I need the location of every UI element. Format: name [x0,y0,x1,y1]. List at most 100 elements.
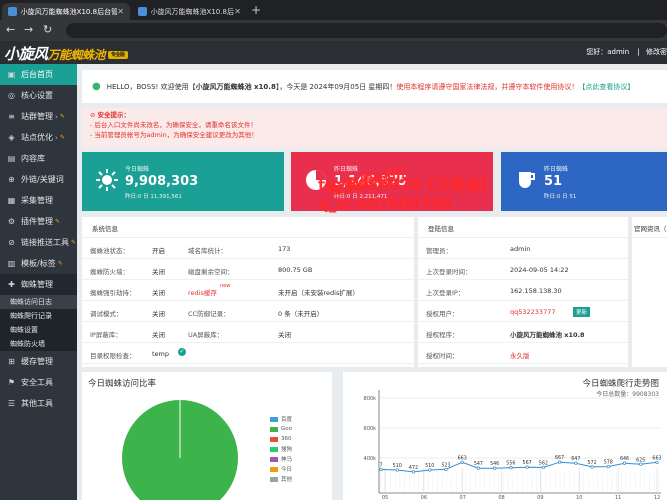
legend-item[interactable]: 搜狗 [270,444,292,454]
sidebar-item[interactable]: ◎ 核心设置 [0,85,77,106]
sidebar-subitem[interactable]: 蜘蛛防火墙 [0,337,77,351]
legend-swatch [270,436,278,442]
sidebar-subitem[interactable]: 蜘蛛设置 [0,323,77,337]
sidebar-item[interactable]: ▥ 模板/标签 ✎ [0,253,77,274]
info-k2: 域名库统计： [188,247,227,255]
info-k1: 蜘蛛防火墙： [90,268,129,276]
welcome-notice: ● HELLO，BOSS! 欢迎使用【 小旋风万能蜘蛛池 x10.8 】，今天是 2… [82,70,667,103]
menu-icon: ◎ [8,91,15,100]
info-v1: 关闭 [152,310,165,318]
username[interactable]: admin [607,48,629,56]
x-tick-label: 10 [576,495,582,500]
data-label: 572 [587,460,596,466]
update-button[interactable]: 更新 [573,307,591,317]
stat-value: 9,908,303 [125,174,199,189]
new-tab-icon[interactable]: + [251,3,261,17]
x-tick-label: 12 [654,495,660,500]
sidebar-item-label: 外链/关键词 [21,175,64,184]
login-value: admin [510,245,531,253]
login-value[interactable]: qq532233777 [510,308,555,316]
menu-icon: ◈ [8,133,15,142]
browser-tab-bar: 小旋风万能蜘蛛池X10.8后台管理 ✕ 小旋风万能蜘蛛池X10.8后台管理 ✕ … [0,0,667,20]
change-password-link[interactable]: 修改密 [646,48,667,56]
info-row: IP屏蔽库： 关闭 UA屏蔽库： 关闭 [82,322,414,343]
legend-swatch [270,466,278,472]
sidebar-item[interactable]: ⊕ 外链/关键词 [0,169,77,190]
sidebar-item[interactable]: ☰ 其他工具 [0,393,77,414]
login-key: 授权用户： [426,310,459,318]
sidebar-item[interactable]: ⊞ 缓存管理 [0,351,77,372]
close-tab-icon[interactable]: ✕ [117,7,124,16]
data-label: 578 [604,460,613,466]
legend-item[interactable]: 其他 [270,474,292,484]
check-icon: ✓ [178,348,186,356]
legend-item[interactable]: Goo [270,424,292,434]
legend-swatch [270,416,278,422]
url-input[interactable] [66,23,667,38]
info-v2: 0 条（未开启） [278,310,324,318]
legend-swatch [270,446,278,452]
sidebar-subitem[interactable]: 蜘蛛爬行记录 [0,309,77,323]
sidebar-item[interactable]: ▦ 采集管理 [0,190,77,211]
menu-icon: ▦ [7,196,16,205]
stat-card-today: 今日蜘蛛 9,908,303 昨日:0 日 11,391,561 [82,152,284,211]
info-k2: 磁盘剩余空间： [188,268,234,276]
info-v2: 173 [278,245,291,253]
app-header: 小旋风万能蜘蛛池 专业版 您好：admin | 修改密 [0,41,667,64]
info-row: 蜘蛛防火墙： 关闭 磁盘剩余空间： 800.75 GB [82,259,414,280]
pin-icon: ✎ [59,134,65,141]
legend-label: 360 [281,436,292,442]
sidebar-item[interactable]: ≡ 站群管理 › ✎ [0,106,77,127]
panel-title: 官网资讯（ [632,217,667,238]
sidebar-item[interactable]: ▤ 内容库 [0,148,77,169]
info-v1: 关闭 [152,268,165,276]
sidebar-item[interactable]: ⚙ 插件管理 ✎ [0,211,77,232]
y-tick-label: 600k [364,426,377,432]
sidebar-item[interactable]: ✚ 蜘蛛管理 [0,274,77,295]
login-row: 授权程序： 小旋风万能蜘蛛池 x10.8 [418,322,628,343]
x-tick-label: 07 [460,495,466,500]
browser-tab[interactable]: 小旋风万能蜘蛛池X10.8后台管理 ✕ [132,3,247,20]
data-point [476,466,481,470]
sidebar-item[interactable]: ⊘ 链接推送工具 ✎ [0,232,77,253]
sidebar-item[interactable]: ◈ 站点优化 › ✎ [0,127,77,148]
forward-icon[interactable]: → [24,23,33,36]
pie-chart [122,400,238,500]
legend-item[interactable]: 今日 [270,464,292,474]
data-label: 523 [441,462,450,468]
login-row: 管理员： admin [418,238,628,259]
legend-item[interactable]: 百度 [270,414,292,424]
back-icon[interactable]: ← [6,23,15,36]
info-v1: 关闭 [152,331,165,339]
info-v2: 关闭 [278,331,291,339]
data-point [395,468,399,472]
sidebar-item[interactable]: ▣ 后台首页 [0,64,77,85]
data-point [622,461,627,465]
x-tick-label: 08 [498,495,504,500]
info-row: 调试模式： 关闭 CC防御记录： 0 条（未开启） [82,301,414,322]
legend-item[interactable]: 360 [270,434,292,444]
pin-icon: ✎ [57,260,63,267]
chevron-icon: › [55,112,58,121]
sidebar-item-label: 后台首页 [21,70,53,79]
browser-tab-active[interactable]: 小旋风万能蜘蛛池X10.8后台管理 ✕ [2,3,130,20]
data-label: 625 [636,457,645,463]
sidebar-item-label: 其他工具 [21,399,53,408]
data-label: 646 [620,456,629,462]
info-k2: CC防御记录： [188,310,230,318]
close-tab-icon[interactable]: ✕ [234,7,241,16]
pin-icon: ✎ [55,218,61,225]
sidebar-item[interactable]: ⚑ 安全工具 [0,372,77,393]
stat-value: 51 [544,174,563,189]
agreement-link[interactable]: 【点此查看协议】 [578,82,634,92]
sidebar-item-label: 缓存管理 [21,357,53,366]
panel-title: 登陆信息 [418,217,628,238]
legend-item[interactable]: 神马 [270,454,292,464]
data-label: 663 [458,455,467,461]
sidebar-subitem[interactable]: 蜘蛛访问日志 [0,295,77,309]
chevron-icon: › [55,133,58,142]
reload-icon[interactable]: ↻ [43,23,52,36]
login-value: 162.158.138.30 [510,287,562,295]
menu-icon: ▤ [7,154,16,163]
menu-icon: ⊞ [8,357,15,366]
